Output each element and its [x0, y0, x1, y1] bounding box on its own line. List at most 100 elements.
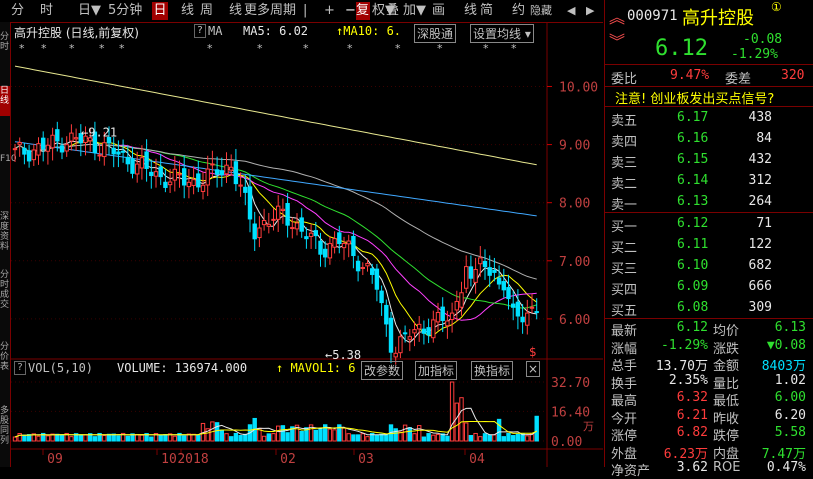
candle-body [41, 137, 46, 150]
add-indicator-button[interactable]: 加指标 [415, 361, 458, 380]
volume-bar [445, 435, 450, 442]
sell-row[interactable]: 卖一 6.13 264 [605, 191, 813, 213]
buy-row[interactable]: 买二 6.11 122 [605, 234, 813, 256]
stat-value: ▼0.08 [766, 337, 806, 353]
stat-label: ROE [713, 460, 741, 475]
volume-bar [459, 397, 464, 442]
candle-body [501, 281, 507, 291]
stock-name: 高升控股 [682, 8, 754, 29]
tab-fenshi[interactable]: 分 [11, 2, 24, 20]
ma-settings-button[interactable]: 设置均线 ▾ [470, 24, 534, 43]
volume-bar [327, 428, 333, 442]
simple-mode-button-2[interactable]: 约 [512, 2, 525, 20]
buy-row[interactable]: 买三 6.10 682 [605, 255, 813, 277]
leftnav-fenshi[interactable]: 分时 [0, 32, 10, 52]
vol-help-icon[interactable]: ? [14, 361, 26, 375]
tab-weekly[interactable]: 周 [200, 2, 213, 20]
buy-row[interactable]: 买四 6.09 666 [605, 276, 813, 298]
candle-body [163, 181, 168, 188]
zoom-out-button[interactable]: − [345, 2, 356, 20]
prev-arrow-icon[interactable]: ◀ [567, 2, 575, 20]
ma-label: MA [208, 24, 223, 38]
more-periods-button[interactable]: 更多周期 [244, 2, 296, 20]
leftnav-pricetable[interactable]: 分价表 [0, 342, 10, 372]
candle-body [290, 227, 295, 230]
notice-text[interactable]: 注意! 创业板发出买点信号? [615, 88, 774, 107]
sell-row[interactable]: 卖二 6.14 312 [605, 170, 813, 192]
tab-weekly-2[interactable]: 线 [229, 2, 242, 20]
candle-body [496, 277, 502, 285]
switch-indicator-button[interactable]: 换指标 [471, 361, 514, 380]
shengutong-button[interactable]: 深股通 [414, 24, 457, 43]
volume-bar [163, 434, 168, 442]
buy-volume: 71 [756, 216, 772, 231]
price-change: -0.08 [743, 32, 783, 47]
candle-body [120, 150, 126, 153]
close-indicator-icon[interactable]: × [526, 361, 540, 377]
volume-bar [45, 435, 51, 442]
candle-body [341, 242, 347, 249]
fuquan-button[interactable]: 复 [356, 2, 370, 20]
simple-mode-button[interactable]: 简 [480, 2, 493, 20]
tab-5min[interactable]: 5分钟 [108, 2, 142, 20]
chevron-up-icon[interactable]: ︽ [609, 4, 625, 28]
draw-line-button[interactable]: 画 [432, 2, 445, 20]
volume-bar [12, 436, 18, 442]
volume-bar [421, 436, 427, 442]
overlay-button[interactable]: 叠 [386, 2, 399, 20]
candle-body [219, 170, 225, 176]
volume-bar [426, 433, 431, 442]
vol-tick-label: 32.70 [551, 376, 590, 391]
signal-star: * [257, 42, 263, 55]
volume-bar [346, 433, 351, 442]
volume-bar [515, 433, 521, 442]
leftnav-f10[interactable]: F10 [0, 154, 17, 164]
zoom-in-button[interactable]: + [324, 2, 335, 20]
stat-value: 6.00 [774, 390, 806, 405]
buy-row[interactable]: 买五 6.08 309 [605, 297, 813, 319]
candle-body [243, 186, 248, 193]
change-params-button[interactable]: 改参数 [361, 361, 404, 380]
overlay-dropdown[interactable]: 加▼ [403, 2, 426, 20]
signal-star: * [19, 42, 25, 55]
leftnav-depth[interactable]: 深度资料 [0, 212, 10, 252]
kline-chart[interactable]: 10.00 9.00 8.00 7.00 6.00 32.70 16.40 0.00万 09 10… [11, 22, 603, 467]
sell-row[interactable]: 卖三 6.15 432 [605, 149, 813, 171]
sell-row[interactable]: 卖五 6.17 438 [605, 107, 813, 129]
tab-daily[interactable]: 日 [152, 2, 168, 20]
tab-day-dropdown[interactable]: 日▼ [78, 2, 101, 20]
axis-labels: 10.00 9.00 8.00 7.00 6.00 32.70 16.40 0.00万 09 10… [47, 80, 598, 467]
leftnav-trades[interactable]: 分时成交 [0, 270, 10, 310]
stat-value: 6.21 [676, 407, 708, 423]
sell-row[interactable]: 卖四 6.16 84 [605, 128, 813, 150]
volume-bar [106, 433, 112, 442]
volume-bar [341, 427, 347, 442]
hide-button[interactable]: 隐藏 [530, 2, 552, 20]
candle-body [158, 166, 163, 178]
sell-label: 卖二 [611, 177, 638, 192]
draw-line-button-2[interactable]: 线 [464, 2, 477, 20]
candle-body [323, 248, 328, 258]
volume-bar [135, 434, 140, 442]
volume-bar [149, 436, 154, 442]
buy-label: 买三 [611, 262, 638, 277]
stat-value: 2.35% [668, 372, 708, 388]
help-icon[interactable]: ? [194, 24, 206, 38]
leftnav-rixian[interactable]: 日线 [0, 86, 10, 116]
signal-star: * [483, 42, 489, 55]
candle-body [22, 147, 27, 155]
volume-bar [125, 435, 130, 442]
volume-bar [402, 424, 408, 442]
candle-body [200, 184, 206, 192]
sell-label: 卖五 [611, 114, 638, 129]
next-arrow-icon[interactable]: ▶ [586, 2, 594, 20]
volume-bar [379, 433, 384, 442]
tab-fenshi-2[interactable]: 时 [40, 2, 53, 20]
stat-row: 总手 13.70万 金额 8403万 [605, 354, 813, 374]
leftnav-multistock[interactable]: 多股同列 [0, 406, 10, 446]
buy-row[interactable]: 买一 6.12 71 [605, 213, 813, 235]
chevron-down-icon[interactable]: ︾ [609, 28, 625, 52]
notice-row[interactable]: 注意! 创业板发出买点信号? [605, 86, 813, 107]
candle-body [346, 240, 351, 245]
tab-daily-2[interactable]: 线 [181, 2, 194, 20]
